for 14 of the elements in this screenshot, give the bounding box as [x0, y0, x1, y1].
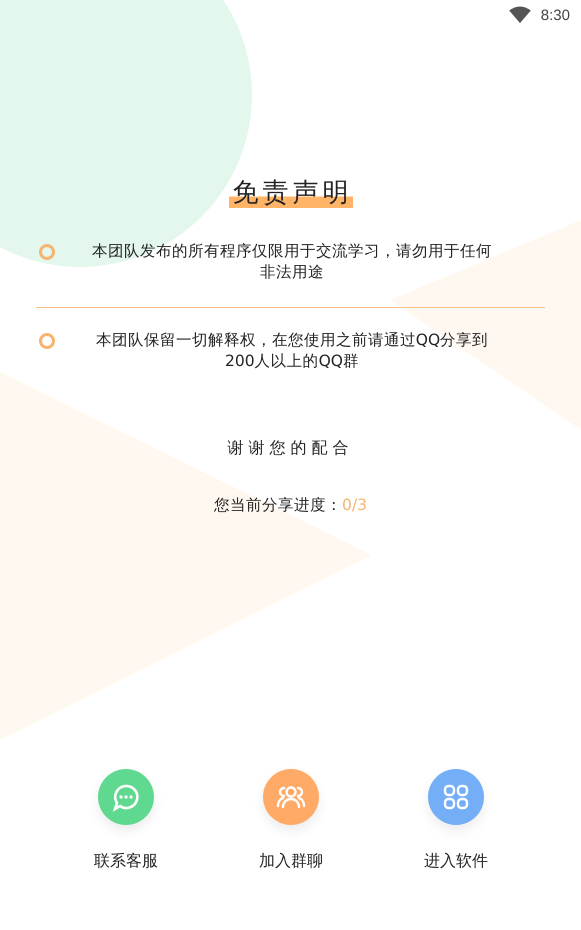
notice-line: 本团队保留一切解释权，在您使用之前请通过QQ分享到 [96, 330, 488, 351]
action-label: 联系客服 [94, 851, 158, 872]
bullet-icon [39, 333, 55, 349]
thanks-text: 谢谢您的配合 [228, 438, 354, 459]
action-label: 加入群聊 [259, 851, 323, 872]
notice-line: 200人以上的QQ群 [225, 351, 359, 372]
status-time: 8:30 [540, 6, 570, 24]
notice-line: 本团队发布的所有程序仅限用于交流学习，请勿用于任何 [92, 241, 492, 262]
notice-line: 非法用途 [260, 262, 324, 283]
action-label: 进入软件 [424, 851, 488, 872]
bullet-icon [39, 244, 55, 260]
progress-label: 您当前分享进度： [214, 496, 342, 514]
wifi-icon [508, 6, 531, 24]
progress-value: 0/3 [342, 496, 367, 514]
